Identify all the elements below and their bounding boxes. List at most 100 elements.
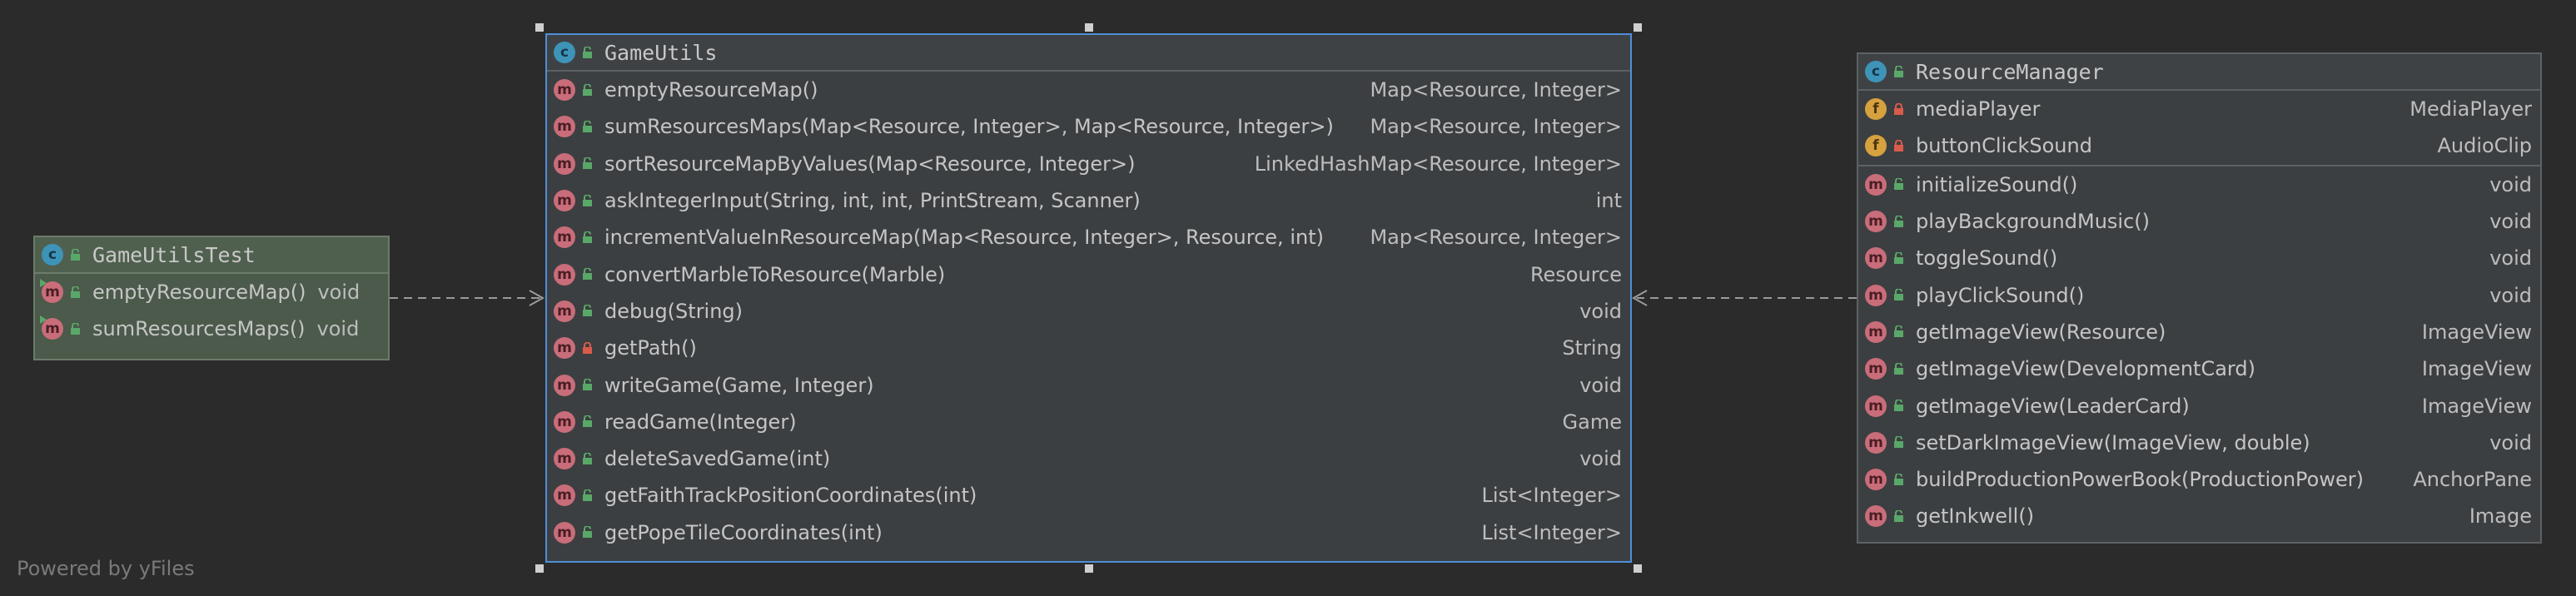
node-title: ResourceManager [1916,59,2104,84]
node-resourcemanager[interactable]: c ResourceManager f mediaPlayer MediaPlaye… [1857,52,2542,544]
node-header: c GameUtils [547,35,1630,72]
class-icon: c [1865,61,1887,82]
node-header: c GameUtilsTest [35,237,388,274]
method-list: m initializeSound() void m playBackgroundMus… [1858,166,2540,535]
method-row[interactable]: m getImageView(LeaderCard) ImageView [1858,387,2540,424]
method-icon: m [554,448,575,470]
method-row[interactable]: m debug(String) void [547,293,1630,330]
method-signature: toggleSound() [1916,246,2058,271]
return-type: void [2489,283,2532,307]
diagram-canvas: c GameUtilsTest m emptyResourceMap() voi… [0,0,2576,596]
method-signature: getPopeTileCoordinates(int) [604,520,883,544]
method-signature: deleteSavedGame(int) [604,447,831,471]
method-row[interactable]: m getInkwell() Image [1858,498,2540,534]
public-lock-icon [1894,436,1903,449]
public-lock-icon [1894,215,1903,227]
method-icon: m [554,521,575,544]
field-type: AudioClip [2437,134,2532,158]
method-row[interactable]: m toggleSound() void [1858,240,2540,276]
field-row[interactable]: f buttonClickSound AudioClip [1858,127,2540,164]
method-icon: m [554,152,575,175]
method-icon: m [1865,358,1887,380]
method-icon: m [554,190,575,212]
field-signature: buttonClickSound [1916,134,2092,158]
method-signature: getImageView(DevelopmentCard) [1916,357,2255,381]
return-type: void [2489,172,2532,196]
method-row[interactable]: m getPath() String [547,330,1630,366]
footer-credit: Powered by yFiles [17,557,195,580]
method-row[interactable]: m getFaithTrackPositionCoordinates(int) Li… [547,477,1630,514]
method-row[interactable]: m sortResourceMapByValues(Map<Resource, I… [547,146,1630,182]
field-icon: f [1865,135,1887,157]
method-row[interactable]: m writeGame(Game, Integer) void [547,366,1630,403]
private-lock-icon [583,341,592,354]
method-signature: setDarkImageView(ImageView, double) [1916,430,2310,454]
method-row[interactable]: m initializeSound() void [1858,166,2540,203]
return-type: Resource [1529,262,1622,286]
method-icon: m [554,300,575,322]
method-icon: m [554,116,575,138]
node-title: GameUtils [604,40,718,65]
field-type: MediaPlayer [2409,97,2532,122]
method-icon: m [554,226,575,249]
method-icon: m [554,374,575,396]
method-icon: m [1865,284,1887,306]
public-lock-icon [1894,325,1903,338]
method-row[interactable]: m incrementValueInResourceMap(Map<Resourc… [547,219,1630,256]
method-signature: playBackgroundMusic() [1916,210,2151,234]
public-lock-icon [583,379,592,391]
method-row[interactable]: m playBackgroundMusic() void [1858,203,2540,240]
resize-handle[interactable] [535,23,544,32]
return-type: List<Integer> [1481,484,1622,508]
method-row[interactable]: m playClickSound() void [1858,276,2540,313]
method-icon: m [1865,247,1887,270]
method-row[interactable]: m getImageView(DevelopmentCard) ImageView [1858,350,2540,387]
resize-handle[interactable] [1085,564,1093,573]
public-lock-icon [1894,178,1903,191]
method-signature: emptyResourceMap() [604,78,818,102]
method-row[interactable]: m getPopeTileCoordinates(int) List<Integer… [547,514,1630,551]
edge-resourcemanager-to-gameutils[interactable] [1631,290,1857,306]
method-row[interactable]: m deleteSavedGame(int) void [547,440,1630,477]
method-row[interactable]: m buildProductionPowerBook(ProductionPowe… [1858,461,2540,498]
method-row[interactable]: m sumResourcesMaps() void [35,310,388,347]
return-type: ImageView [2421,394,2532,418]
return-type: AnchorPane [2413,468,2532,492]
method-row[interactable]: m readGame(Integer) Game [547,404,1630,440]
return-type: Map<Resource, Integer> [1370,226,1622,250]
method-icon: m [1865,469,1887,491]
public-lock-icon [71,248,80,261]
node-gameutilstest[interactable]: c GameUtilsTest m emptyResourceMap() voi… [33,236,390,360]
method-row[interactable]: m emptyResourceMap() void [35,274,388,310]
return-type: Game [1562,410,1622,434]
edge-gameutilstest-to-gameutils[interactable] [390,290,545,306]
method-row[interactable]: m sumResourcesMaps(Map<Resource, Integer>… [547,108,1630,145]
method-row[interactable]: m setDarkImageView(ImageView, double) void [1858,425,2540,461]
resize-handle[interactable] [1085,23,1093,32]
method-row[interactable]: m emptyResourceMap() Map<Resource, Integer… [547,72,1630,108]
return-type: Map<Resource, Integer> [1370,78,1622,102]
field-row[interactable]: f mediaPlayer MediaPlayer [1858,91,2540,127]
resize-handle[interactable] [1634,23,1642,32]
method-signature: debug(String) [604,299,743,323]
return-type: int [1595,189,1622,213]
node-gameutils[interactable]: c GameUtils m emptyResourceMap() Map<Resou… [545,33,1632,563]
method-icon: m [1865,395,1887,417]
method-row[interactable]: m askIntegerInput(String, int, int, Print… [547,182,1630,219]
resize-handle[interactable] [535,564,544,573]
method-signature: getInkwell() [1916,504,2035,529]
return-type: ImageView [2421,320,2532,344]
method-icon: m [554,410,575,433]
resize-handle[interactable] [1634,564,1642,573]
public-lock-icon [1894,289,1903,301]
public-lock-icon [71,286,80,298]
method-icon: m [1865,505,1887,528]
method-icon: m [1865,431,1887,454]
class-icon: c [554,42,575,63]
return-type: void [2489,210,2532,234]
public-lock-icon [1894,251,1903,264]
method-row[interactable]: m getImageView(Resource) ImageView [1858,314,2540,350]
public-lock-icon [583,489,592,501]
public-lock-icon [583,194,592,206]
method-row[interactable]: m convertMarbleToResource(Marble) Resource [547,256,1630,292]
